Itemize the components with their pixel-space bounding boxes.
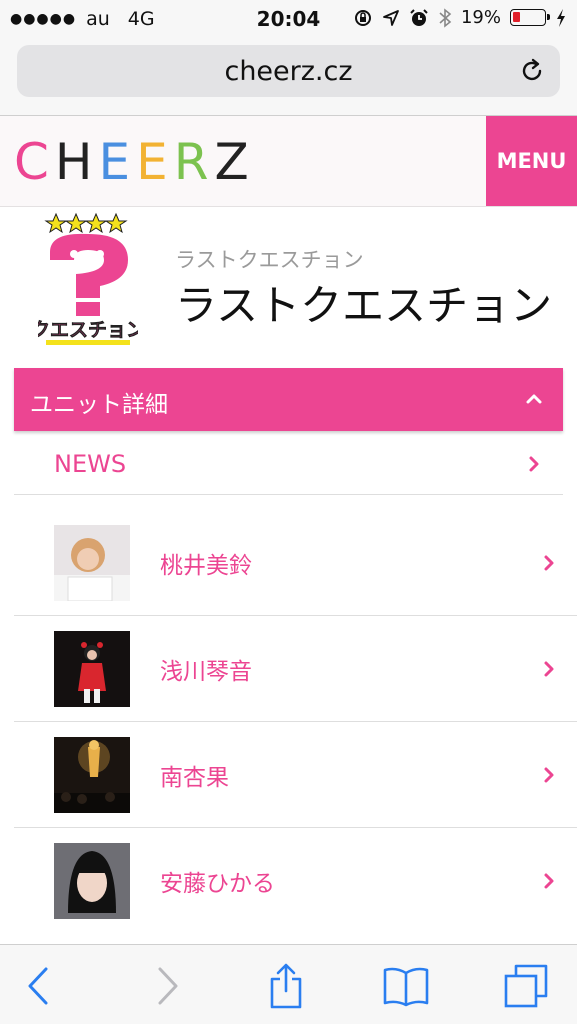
chevron-right-icon	[544, 661, 554, 677]
status-bar: ●●●●● au 4G 20:04 19%	[0, 0, 577, 38]
chevron-right-icon	[544, 873, 554, 889]
forward-icon[interactable]	[142, 963, 190, 1009]
member-name: 安藤ひかる	[160, 871, 275, 897]
logo-letter: C	[14, 133, 55, 191]
address-bar[interactable]: cheerz.cz	[17, 45, 560, 97]
charging-icon	[557, 8, 565, 27]
unit-logo-text: クエスチョン	[38, 319, 138, 341]
unit-logo-image: クエスチョン	[38, 212, 138, 345]
member-row[interactable]: 浅川琴音	[14, 616, 577, 722]
news-label: NEWS	[54, 450, 127, 478]
bookmarks-icon[interactable]	[382, 963, 430, 1009]
menu-button[interactable]: MENU	[486, 116, 577, 206]
share-icon[interactable]	[262, 963, 310, 1009]
browser-address-area: cheerz.cz	[0, 38, 577, 116]
member-name: 浅川琴音	[160, 659, 252, 685]
member-avatar	[54, 631, 130, 707]
member-row[interactable]: 安藤ひかる	[14, 828, 577, 934]
back-icon[interactable]	[16, 963, 64, 1009]
battery-percent: 19%	[460, 7, 501, 28]
orientation-lock-icon	[354, 9, 371, 26]
logo-letter: E	[98, 133, 137, 191]
news-link[interactable]: NEWS	[14, 433, 563, 495]
chevron-right-icon	[544, 767, 554, 783]
tabs-icon[interactable]	[502, 963, 550, 1009]
member-avatar	[54, 737, 130, 813]
battery-icon	[510, 9, 550, 26]
chevron-right-icon	[529, 456, 539, 472]
location-icon	[383, 9, 399, 26]
logo-letter: E	[136, 133, 174, 191]
url-text: cheerz.cz	[224, 56, 353, 87]
chevron-right-icon	[544, 555, 554, 571]
section-title: ユニット詳細	[30, 392, 168, 418]
browser-toolbar	[0, 944, 577, 1024]
bluetooth-icon	[439, 7, 452, 28]
member-row[interactable]: 南杏果	[14, 722, 577, 828]
reload-icon[interactable]	[518, 57, 546, 85]
unit-details-toggle[interactable]: ユニット詳細	[14, 368, 563, 431]
member-name: 南杏果	[160, 765, 229, 791]
alarm-icon	[410, 8, 428, 26]
site-header: CHEERZ MENU	[0, 116, 577, 207]
member-row[interactable]: 桃井美鈴	[14, 510, 577, 616]
member-avatar	[54, 843, 130, 919]
cheerz-logo[interactable]: CHEERZ	[14, 133, 255, 191]
logo-letter: Z	[214, 133, 255, 191]
member-name: 桃井美鈴	[160, 553, 252, 579]
logo-letter: H	[54, 133, 99, 191]
member-avatar	[54, 525, 130, 601]
unit-name: ラストクエスチョン	[175, 281, 553, 330]
logo-letter: R	[173, 133, 215, 191]
unit-kana: ラストクエスチョン	[175, 248, 364, 272]
chevron-up-icon	[526, 394, 542, 404]
